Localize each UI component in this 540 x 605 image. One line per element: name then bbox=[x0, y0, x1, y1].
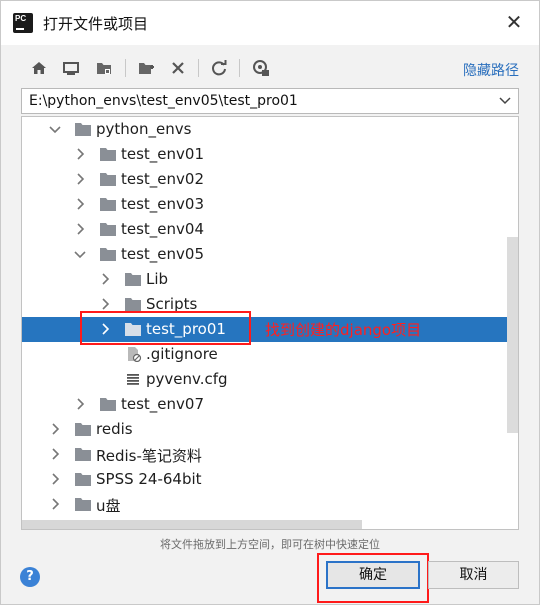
path-combobox[interactable]: E:\python_envs\test_env05\test_pro01 bbox=[21, 88, 519, 114]
delete-icon[interactable] bbox=[167, 57, 189, 79]
chevron-right-icon[interactable] bbox=[98, 272, 112, 286]
close-icon[interactable]: ✕ bbox=[503, 11, 525, 33]
tree-row[interactable]: redis bbox=[22, 417, 518, 442]
ignored-file-icon bbox=[128, 347, 142, 362]
drag-drop-hint: 将文件拖放到上方空间，即可在树中快速定位 bbox=[160, 538, 380, 551]
tree-row-label: test_env02 bbox=[121, 170, 205, 188]
tree-row[interactable]: test_env07 bbox=[22, 392, 518, 417]
tree-row-label: test_env04 bbox=[121, 220, 205, 238]
vertical-scrollbar[interactable] bbox=[507, 237, 518, 433]
tree-row[interactable]: test_env04 bbox=[22, 217, 518, 242]
tree-row-label: Lib bbox=[146, 270, 169, 288]
folder-icon bbox=[125, 273, 141, 286]
folder-icon bbox=[75, 498, 91, 511]
horizontal-scrollbar[interactable] bbox=[22, 520, 362, 529]
chevron-down-icon[interactable] bbox=[48, 122, 62, 136]
folder-icon bbox=[100, 173, 116, 186]
toolbar-separator bbox=[239, 59, 240, 77]
cancel-button[interactable]: 取消 bbox=[428, 561, 519, 589]
folder-icon bbox=[100, 248, 116, 261]
chevron-right-icon[interactable] bbox=[48, 447, 62, 461]
pycharm-logo-icon: PC bbox=[10, 10, 36, 36]
desktop-icon[interactable] bbox=[60, 57, 82, 79]
toolbar-separator bbox=[198, 59, 199, 77]
tree-row-label: .gitignore bbox=[146, 345, 218, 363]
tree-row[interactable]: Redis-笔记资料 bbox=[22, 442, 518, 467]
chevron-right-icon[interactable] bbox=[48, 497, 62, 511]
open-file-dialog: PC 打开文件或项目 ✕ 隐藏路径 E:\python_envs\test_en… bbox=[0, 0, 540, 605]
show-hidden-icon[interactable] bbox=[250, 57, 272, 79]
tree-row[interactable]: test_env03 bbox=[22, 192, 518, 217]
tree-row-label: test_env01 bbox=[121, 145, 205, 163]
folder-icon bbox=[100, 398, 116, 411]
tree-row-label: python_envs bbox=[96, 120, 192, 138]
tree-row-label: redis bbox=[96, 420, 133, 438]
chevron-down-icon[interactable] bbox=[73, 247, 87, 261]
toolbar: 隐藏路径 bbox=[1, 51, 539, 85]
tree-row[interactable]: .gitignore bbox=[22, 342, 518, 367]
tree-row-label: SPSS 24-64bit bbox=[96, 470, 202, 488]
tree-row[interactable]: u盘 bbox=[22, 492, 518, 517]
hide-path-link[interactable]: 隐藏路径 bbox=[463, 60, 519, 80]
folder-icon bbox=[75, 448, 91, 461]
home-icon[interactable] bbox=[28, 57, 50, 79]
folder-icon bbox=[125, 298, 141, 311]
tree-row[interactable]: test_env05 bbox=[22, 242, 518, 267]
chevron-right-icon[interactable] bbox=[73, 397, 87, 411]
window-title: 打开文件或项目 bbox=[43, 15, 149, 33]
highlight-box-selected-folder bbox=[80, 311, 251, 345]
chevron-down-icon[interactable] bbox=[498, 94, 512, 108]
chevron-right-icon[interactable] bbox=[73, 197, 87, 211]
tree-row[interactable]: test_env02 bbox=[22, 167, 518, 192]
refresh-icon[interactable] bbox=[208, 57, 230, 79]
tree-row-label: u盘 bbox=[96, 497, 121, 515]
chevron-right-icon[interactable] bbox=[73, 222, 87, 236]
path-value[interactable]: E:\python_envs\test_env05\test_pro01 bbox=[29, 93, 298, 109]
tree-row[interactable]: Lib bbox=[22, 267, 518, 292]
tree-row[interactable]: SPSS 24-64bit bbox=[22, 467, 518, 492]
folder-icon bbox=[75, 123, 91, 136]
tree-row[interactable]: test_env01 bbox=[22, 142, 518, 167]
title-bar: PC 打开文件或项目 ✕ bbox=[1, 1, 539, 45]
chevron-right-icon[interactable] bbox=[73, 172, 87, 186]
new-folder-icon[interactable] bbox=[135, 57, 157, 79]
tree-row-label: pyvenv.cfg bbox=[146, 370, 228, 388]
folder-icon bbox=[75, 423, 91, 436]
folder-icon bbox=[100, 198, 116, 211]
tree-row[interactable]: python_envs bbox=[22, 117, 518, 142]
annotation-text: 找到创建的django项目 bbox=[265, 321, 422, 339]
folder-icon bbox=[100, 148, 116, 161]
tree-row-label: test_env03 bbox=[121, 195, 205, 213]
chevron-right-icon[interactable] bbox=[98, 297, 112, 311]
folder-icon bbox=[75, 473, 91, 486]
help-button[interactable]: ? bbox=[20, 567, 40, 587]
tree-row-label: test_env05 bbox=[121, 245, 205, 263]
tree-row-label: test_env07 bbox=[121, 395, 205, 413]
ok-button[interactable]: 确定 bbox=[326, 561, 420, 589]
chevron-right-icon[interactable] bbox=[48, 472, 62, 486]
config-file-icon bbox=[127, 374, 139, 385]
toolbar-separator bbox=[125, 59, 126, 77]
tree-row-label: Redis-笔记资料 bbox=[96, 447, 202, 465]
project-folder-icon[interactable] bbox=[93, 57, 115, 79]
chevron-right-icon[interactable] bbox=[73, 147, 87, 161]
chevron-right-icon[interactable] bbox=[48, 422, 62, 436]
tree-row[interactable]: pyvenv.cfg bbox=[22, 367, 518, 392]
folder-icon bbox=[100, 223, 116, 236]
